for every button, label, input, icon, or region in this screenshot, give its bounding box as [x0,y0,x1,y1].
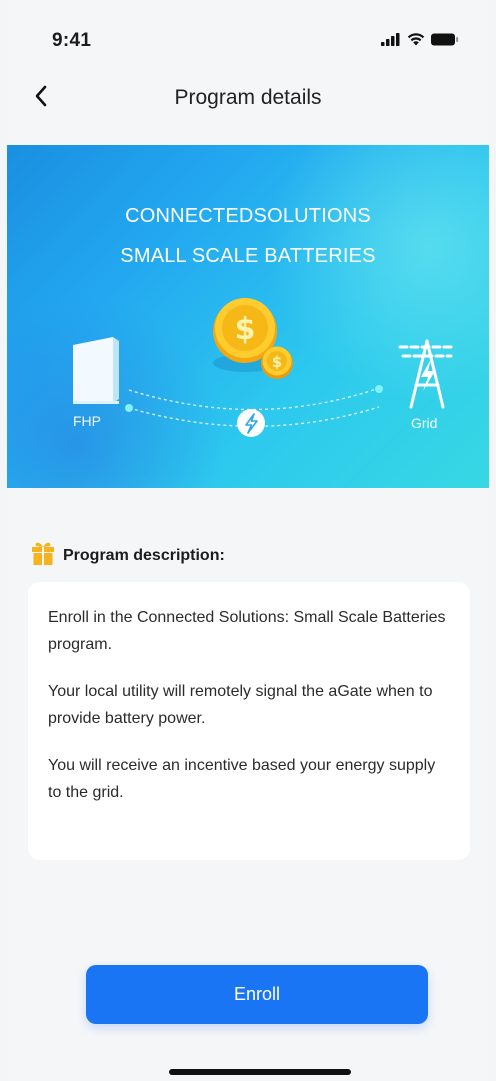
status-time: 9:41 [52,30,92,51]
svg-text:$: $ [272,353,282,371]
lightning-badge-icon [237,409,265,437]
flow-dot-right [375,385,383,393]
wifi-icon [407,32,425,51]
status-icons [381,32,459,51]
gift-icon [31,540,55,571]
flow-line-upper [128,387,380,411]
program-banner: CONNECTEDSOLUTIONS SMALL SCALE BATTERIES [7,145,489,488]
home-indicator [169,1069,351,1075]
flow-dot-left [125,404,133,412]
coin-icon: $ $ [213,298,293,379]
description-paragraph: You will receive an incentive based your… [48,757,436,801]
enroll-button[interactable]: Enroll [86,965,428,1024]
battery-icon [431,33,459,51]
energy-flow-illustration: $ $ [73,298,456,437]
status-bar: 9:41 [7,0,489,74]
description-paragraph: Your local utility will remotely signal … [48,683,433,727]
page-title: Program details [174,86,322,109]
battery-device-icon [73,337,119,404]
nav-bar: Program details [7,74,489,122]
description-header: Program description: [31,540,225,571]
description-paragraph: Enroll in the Connected Solutions: Small… [48,609,446,653]
description-card: Enroll in the Connected Solutions: Small… [28,582,470,860]
section-title: Program description: [63,546,225,564]
banner-label-fhp: FHP [73,413,101,429]
banner-label-grid: Grid [411,415,438,431]
svg-text:$: $ [235,312,256,347]
phone-screen: 9:41 Program details CONNECTEDSOLUTIONS … [7,0,489,1081]
cellular-signal-icon [381,32,401,51]
